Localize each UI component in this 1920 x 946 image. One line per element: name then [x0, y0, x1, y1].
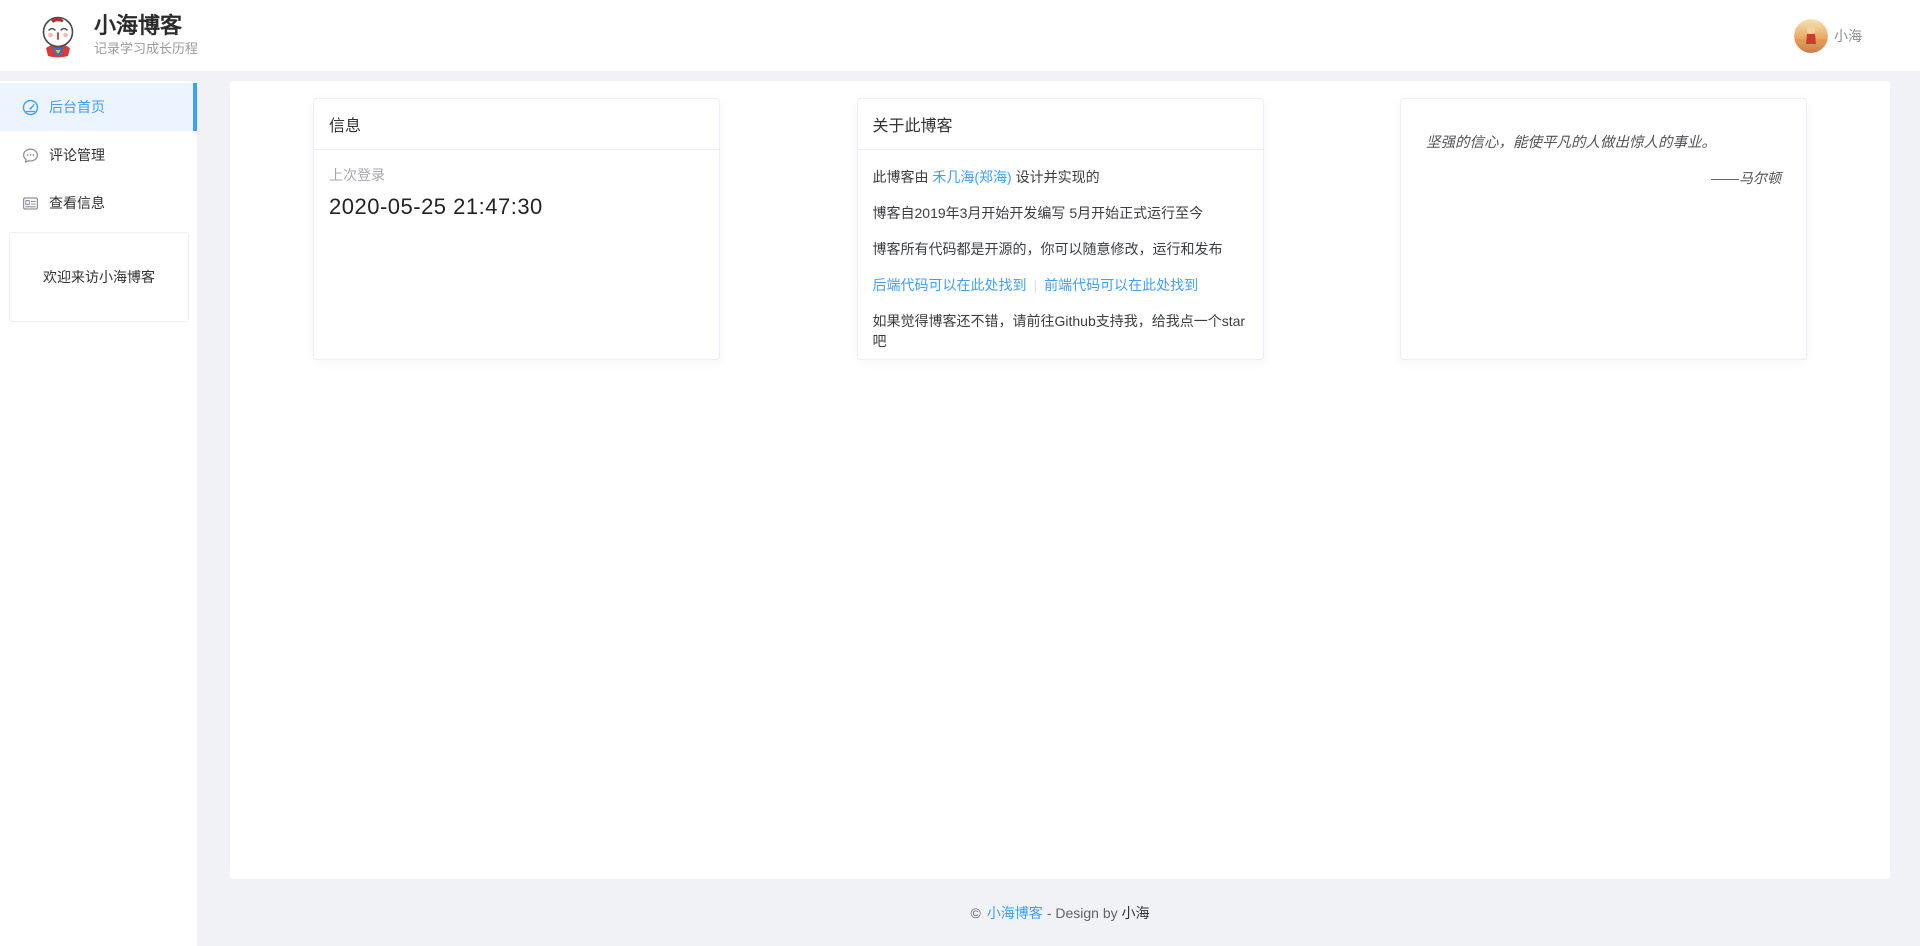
layout: 后台首页 评论管理 查看信息 欢迎来访小海博客: [0, 81, 1920, 946]
page-footer: © 小海博客 - Design by 小海: [230, 879, 1890, 946]
about-line-history: 博客自2019年3月开始开发编写 5月开始正式运行至今: [873, 203, 1248, 223]
quote-card: 坚强的信心，能使平凡的人做出惊人的事业。 ——马尔顿: [1400, 98, 1807, 360]
about-line1-suffix: 设计并实现的: [1012, 169, 1100, 185]
header-divider: [0, 71, 1920, 81]
sidebar-item-label: 评论管理: [49, 145, 105, 165]
sidebar-item-dashboard[interactable]: 后台首页: [0, 83, 197, 131]
sidebar-item-label: 查看信息: [49, 193, 105, 213]
comments-icon: [22, 147, 39, 164]
brand-text: 小海博客 记录学习成长历程: [94, 13, 198, 58]
info-card-body: 上次登录 2020-05-25 21:47:30: [314, 150, 719, 235]
footer-middle-text: - Design by: [1047, 905, 1118, 921]
about-card: 关于此博客 此博客由 禾几海(郑海) 设计并实现的 博客自2019年3月开始开发…: [857, 98, 1264, 360]
app-header: 小海博客 记录学习成长历程 小海: [0, 0, 1920, 71]
frontend-code-link[interactable]: 前端代码可以在此处找到: [1044, 277, 1198, 293]
sidebar-item-comments[interactable]: 评论管理: [0, 131, 197, 179]
content-panel: 信息 上次登录 2020-05-25 21:47:30 关于此博客 此博客由 禾…: [230, 81, 1890, 879]
sidebar-item-label: 后台首页: [49, 97, 105, 117]
user-avatar[interactable]: [1794, 19, 1828, 53]
about-line-author: 此博客由 禾几海(郑海) 设计并实现的: [873, 167, 1248, 187]
about-line-star: 如果觉得博客还不错，请前往Github支持我，给我点一个star吧: [873, 311, 1248, 351]
quote-card-body: 坚强的信心，能使平凡的人做出惊人的事业。 ——马尔顿: [1401, 99, 1806, 188]
footer-site-link[interactable]: 小海博客: [987, 903, 1043, 923]
sidebar: 后台首页 评论管理 查看信息 欢迎来访小海博客: [0, 81, 197, 946]
welcome-box: 欢迎来访小海博客: [9, 232, 189, 322]
about-line1-prefix: 此博客由: [873, 169, 933, 185]
cards-row: 信息 上次登录 2020-05-25 21:47:30 关于此博客 此博客由 禾…: [313, 98, 1807, 360]
sidebar-gutter: [197, 81, 230, 946]
link-separator: |: [1034, 277, 1038, 293]
user-name[interactable]: 小海: [1834, 26, 1862, 46]
sidebar-item-view-info[interactable]: 查看信息: [0, 179, 197, 227]
author-link[interactable]: 禾几海(郑海): [932, 169, 1011, 185]
last-login-value: 2020-05-25 21:47:30: [329, 194, 704, 220]
dashboard-icon: [22, 99, 39, 116]
footer-author: 小海: [1122, 903, 1150, 923]
about-card-body: 此博客由 禾几海(郑海) 设计并实现的 博客自2019年3月开始开发编写 5月开…: [858, 150, 1263, 351]
about-card-title: 关于此博客: [858, 99, 1263, 150]
about-line-links: 后端代码可以在此处找到 | 前端代码可以在此处找到: [873, 275, 1248, 295]
quote-author: ——马尔顿: [1426, 168, 1781, 188]
info-card-title: 信息: [314, 99, 719, 150]
blog-logo-icon: [36, 14, 80, 58]
info-card: 信息 上次登录 2020-05-25 21:47:30: [313, 98, 720, 360]
backend-code-link[interactable]: 后端代码可以在此处找到: [873, 277, 1027, 293]
about-line-opensource: 博客所有代码都是开源的，你可以随意修改，运行和发布: [873, 239, 1248, 259]
last-login-label: 上次登录: [329, 165, 704, 185]
quote-text: 坚强的信心，能使平凡的人做出惊人的事业。: [1426, 133, 1781, 153]
copyright-symbol: ©: [970, 905, 980, 921]
app-title: 小海博客: [94, 13, 198, 39]
user-menu[interactable]: 小海: [1794, 19, 1862, 53]
app-subtitle: 记录学习成长历程: [94, 40, 198, 58]
main-column: 信息 上次登录 2020-05-25 21:47:30 关于此博客 此博客由 禾…: [230, 81, 1890, 946]
brand: 小海博客 记录学习成长历程: [36, 13, 198, 58]
profile-card-icon: [22, 195, 39, 212]
welcome-text: 欢迎来访小海博客: [43, 267, 155, 287]
